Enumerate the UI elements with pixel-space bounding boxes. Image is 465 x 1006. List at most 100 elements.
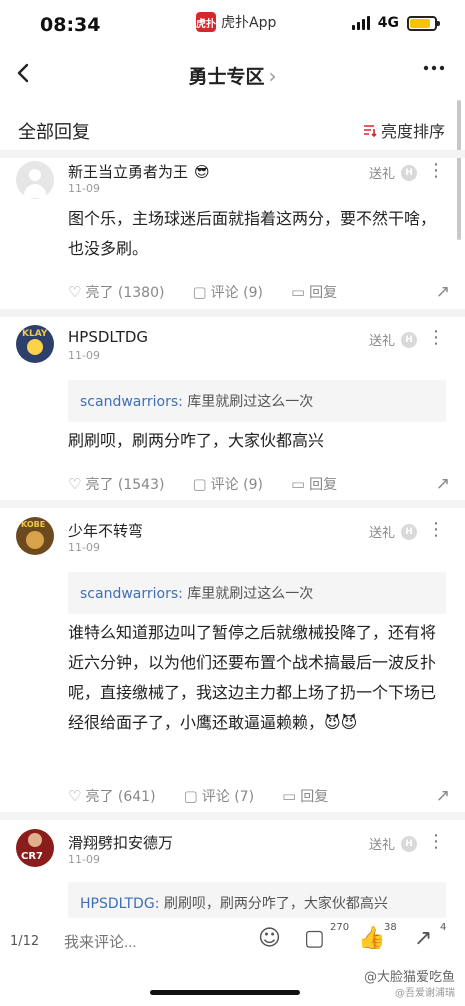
comment-more-button[interactable]: ⋮ bbox=[427, 327, 445, 348]
section-header: 全部回复 亮度排序 bbox=[0, 106, 465, 152]
reply-button[interactable]: ▭ 回复 bbox=[291, 282, 337, 302]
comments-button[interactable]: ▢ 评论 (9) bbox=[192, 282, 262, 302]
comment-item: CR7 滑翔劈扣安德万 11-09 送礼 H ⋮ HPSDLTDG: 刷刷呗，刷… bbox=[0, 826, 465, 924]
reply-button[interactable]: ▭ 回复 bbox=[282, 786, 328, 806]
reply-icon: ▭ bbox=[290, 475, 306, 493]
gift-button[interactable]: 送礼 H bbox=[369, 522, 417, 541]
like-post-button[interactable]: 👍 bbox=[358, 926, 385, 951]
comment-more-button[interactable]: ⋮ bbox=[427, 519, 445, 540]
share-button[interactable]: ↗ bbox=[436, 786, 450, 806]
page-title: 勇士专区 bbox=[188, 66, 265, 88]
comment-icon: ▢ bbox=[192, 283, 207, 301]
share-icon: ↗ bbox=[435, 282, 450, 302]
comment-date: 11-09 bbox=[68, 349, 100, 362]
comment-more-button[interactable]: ⋮ bbox=[427, 160, 445, 181]
avatar[interactable]: KLAY bbox=[16, 325, 54, 363]
lightbulb-icon: ♡ bbox=[68, 283, 82, 301]
avatar[interactable] bbox=[16, 161, 54, 199]
share-post-button[interactable]: ↗ bbox=[414, 926, 432, 951]
sort-icon bbox=[363, 125, 377, 137]
comment-date: 11-09 bbox=[68, 182, 100, 195]
gift-button[interactable]: 送礼 H bbox=[369, 163, 417, 182]
share-button[interactable]: ↗ bbox=[436, 474, 450, 494]
page-indicator: 1/12 bbox=[10, 934, 40, 949]
username[interactable]: 少年不转弯 bbox=[68, 520, 143, 541]
comment-actions: ♡ 亮了 (1380) ▢ 评论 (9) ▭ 回复 ↗ bbox=[68, 282, 450, 302]
comment-text: 谁特么知道那边叫了暂停之后就缴械投降了，还有将近六分钟，以为他们还要布置个战术搞… bbox=[68, 623, 437, 732]
like-count: 38 bbox=[384, 922, 397, 933]
more-icon bbox=[423, 65, 445, 71]
reply-button[interactable]: ▭ 回复 bbox=[291, 474, 337, 494]
username[interactable]: HPSDLTDG bbox=[68, 328, 148, 346]
status-bar: 08:34 虎扑 虎扑App 4G bbox=[0, 0, 465, 50]
nav-bar: 勇士专区 › bbox=[0, 52, 465, 98]
lightbulb-icon: ♡ bbox=[68, 787, 82, 805]
bottom-bar: 1/12 ☺ ▢ 270 👍 38 ↗ 4 bbox=[0, 918, 465, 966]
smiley-icon: ☺ bbox=[258, 926, 281, 951]
share-count: 4 bbox=[440, 922, 447, 933]
lightbulb-icon: ♡ bbox=[68, 475, 82, 493]
share-button[interactable]: ↗ bbox=[436, 282, 450, 302]
divider bbox=[0, 500, 465, 508]
share-icon: ↗ bbox=[435, 474, 450, 494]
more-button[interactable] bbox=[423, 58, 445, 84]
comments-count-button[interactable]: ▢ bbox=[304, 926, 325, 951]
network-type: 4G bbox=[377, 15, 399, 31]
gift-icon: H bbox=[401, 835, 417, 852]
status-indicators: 4G bbox=[351, 15, 440, 31]
divider bbox=[0, 812, 465, 820]
home-indicator[interactable] bbox=[150, 990, 300, 995]
divider bbox=[0, 150, 465, 158]
signal-icon bbox=[351, 16, 370, 30]
quoted-reply[interactable]: scandwarriors: 库里就刷过这么一次 bbox=[68, 572, 446, 614]
nav-title-button[interactable]: 勇士专区 › bbox=[0, 62, 465, 89]
comment-count: 270 bbox=[330, 922, 350, 933]
comment-actions: ♡ 亮了 (641) ▢ 评论 (7) ▭ 回复 ↗ bbox=[68, 786, 450, 806]
comment-bubble-icon: ▢ bbox=[304, 926, 325, 951]
comments-button[interactable]: ▢ 评论 (7) bbox=[184, 786, 254, 806]
quote-text: 刷刷呗，刷两分咋了，大家伙都高兴 bbox=[159, 896, 388, 912]
gift-button[interactable]: 送礼 H bbox=[369, 330, 417, 349]
gift-icon: H bbox=[401, 523, 417, 540]
avatar[interactable]: KOBE bbox=[16, 517, 54, 555]
section-title: 全部回复 bbox=[18, 122, 90, 143]
comment-item: KOBE 少年不转弯 11-09 送礼 H ⋮ scandwarriors: 库… bbox=[0, 514, 465, 814]
comment-text: 图个乐，主场球迷后面就指着这两分，要不然干啥，也没多刷。 bbox=[68, 209, 437, 258]
comment-more-button[interactable]: ⋮ bbox=[427, 831, 445, 852]
sunglasses-emoji-icon: 😎 bbox=[194, 163, 210, 181]
battery-level bbox=[410, 18, 431, 28]
sort-label: 亮度排序 bbox=[380, 122, 445, 141]
battery-icon bbox=[407, 15, 440, 31]
comment-date: 11-09 bbox=[68, 853, 100, 866]
like-button[interactable]: ♡ 亮了 (641) bbox=[68, 786, 156, 806]
hupu-app-icon: 虎扑 bbox=[196, 12, 216, 32]
username[interactable]: 新王当立勇者为王 😎 bbox=[68, 161, 210, 182]
thumbs-up-icon: 👍 bbox=[358, 926, 386, 951]
quote-author: scandwarriors: bbox=[80, 586, 183, 602]
quote-author: scandwarriors: bbox=[80, 394, 183, 410]
quote-text: 库里就刷过这么一次 bbox=[182, 394, 314, 410]
divider bbox=[0, 309, 465, 317]
gift-button[interactable]: 送礼 H bbox=[369, 834, 417, 853]
quoted-reply[interactable]: scandwarriors: 库里就刷过这么一次 bbox=[68, 380, 446, 422]
comment-item: 新王当立勇者为王 😎 11-09 送礼 H ⋮ 图个乐，主场球迷后面就指着这两分，… bbox=[0, 158, 465, 308]
comments-button[interactable]: ▢ 评论 (9) bbox=[192, 474, 262, 494]
like-button[interactable]: ♡ 亮了 (1380) bbox=[68, 282, 164, 302]
quote-author: HPSDLTDG: bbox=[80, 896, 160, 912]
status-time: 08:34 bbox=[40, 14, 101, 36]
share-icon: ↗ bbox=[414, 926, 433, 951]
status-app-name: 虎扑App bbox=[221, 15, 277, 31]
username[interactable]: 滑翔劈扣安德万 bbox=[68, 832, 173, 853]
comment-text: 刷刷呗，刷两分咋了，大家伙都高兴 bbox=[68, 431, 325, 450]
comment-date: 11-09 bbox=[68, 541, 100, 554]
like-button[interactable]: ♡ 亮了 (1543) bbox=[68, 474, 164, 494]
comment-icon: ▢ bbox=[183, 787, 198, 805]
comment-icon: ▢ bbox=[192, 475, 207, 493]
watermark: @大脸猫爱吃鱼 @吾爱谢浦瑞 bbox=[363, 970, 455, 999]
sort-button[interactable]: 亮度排序 bbox=[363, 118, 445, 142]
share-icon: ↗ bbox=[435, 786, 450, 806]
emoji-button[interactable]: ☺ bbox=[258, 926, 281, 951]
avatar[interactable]: CR7 bbox=[16, 829, 54, 867]
reply-icon: ▭ bbox=[290, 283, 306, 301]
comment-input[interactable] bbox=[48, 924, 234, 960]
